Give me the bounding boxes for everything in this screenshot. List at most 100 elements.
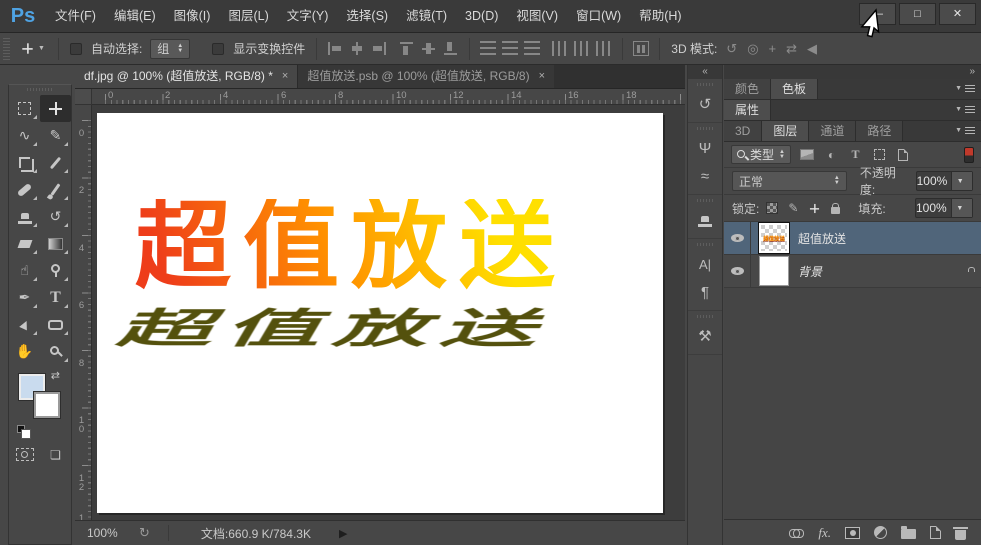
3d-zoom-camera-icon[interactable]: ◀ <box>807 41 817 57</box>
align-right-edges-button[interactable] <box>371 41 387 56</box>
maximize-button[interactable]: □ <box>899 3 936 25</box>
layer-name[interactable]: 背景 <box>798 263 822 280</box>
layer-filter-dropdown[interactable]: 类型 ▲▼ <box>731 145 791 164</box>
show-transform-checkbox[interactable] <box>212 43 224 55</box>
3d-orbit-icon[interactable]: ↺ <box>726 41 737 57</box>
menu-item-help[interactable]: 帮助(H) <box>630 0 690 32</box>
menu-item-layer[interactable]: 图层(L) <box>219 0 277 32</box>
swap-colors-icon[interactable]: ⇄ <box>51 369 60 382</box>
panel-menu-icon[interactable]: ▼ <box>955 127 975 134</box>
add-layer-mask-button[interactable] <box>845 527 860 539</box>
filter-smart-objects-icon[interactable] <box>896 148 911 162</box>
filter-shape-layers-icon[interactable] <box>872 148 887 162</box>
zoom-level-field[interactable]: 100% <box>87 526 131 540</box>
new-group-button[interactable] <box>901 529 916 539</box>
brush-tool[interactable] <box>40 176 71 203</box>
status-sync-icon[interactable]: ↻ <box>139 525 150 541</box>
expand-dock-button[interactable]: » <box>724 65 981 79</box>
visibility-toggle[interactable] <box>724 255 751 287</box>
clone-stamp-tool[interactable] <box>9 203 40 230</box>
tab-swatches[interactable]: 色板 <box>771 79 818 99</box>
visibility-toggle[interactable] <box>724 222 751 254</box>
auto-select-checkbox[interactable] <box>70 43 82 55</box>
layer-style-button[interactable]: fx. <box>818 525 831 541</box>
document-tab-active[interactable]: df.jpg @ 100% (超值放送, RGB/8) * × <box>75 65 297 88</box>
delete-layer-button[interactable] <box>955 530 966 540</box>
auto-select-dropdown[interactable]: 组 ▲▼ <box>150 39 190 59</box>
layer-thumbnail[interactable] <box>759 256 789 286</box>
layer-name[interactable]: 超值放送 <box>798 230 846 247</box>
align-left-edges-button[interactable] <box>327 41 343 56</box>
clone-source-panel-icon[interactable] <box>688 206 722 234</box>
layer-row-background[interactable]: 背景 <box>724 255 981 288</box>
smudge-tool[interactable]: ☝ <box>9 257 40 284</box>
move-tool[interactable] <box>40 95 71 122</box>
collapse-dock-button[interactable]: « <box>688 65 722 79</box>
options-grip[interactable] <box>3 38 10 60</box>
menu-item-type[interactable]: 文字(Y) <box>278 0 338 32</box>
link-layers-button[interactable] <box>789 529 804 537</box>
type-tool[interactable]: T <box>40 284 71 311</box>
menu-item-edit[interactable]: 编辑(E) <box>105 0 165 32</box>
layer-filtering-toggle[interactable] <box>964 147 974 163</box>
history-panel-icon[interactable]: ↺ <box>688 90 722 118</box>
fill-dropdown-icon[interactable]: ▼ <box>951 199 972 217</box>
zoom-tool[interactable] <box>40 338 71 365</box>
brush-presets-panel-icon[interactable]: ≈ <box>688 162 722 190</box>
gradient-tool[interactable] <box>40 230 71 257</box>
distribute-h-centers-button[interactable] <box>574 41 590 56</box>
close-button[interactable]: ✕ <box>939 3 976 25</box>
panel-menu-icon[interactable]: ▼ <box>955 106 975 113</box>
minimize-button[interactable]: — <box>859 3 896 25</box>
tab-layers[interactable]: 图层 <box>762 121 809 141</box>
layer-thumbnail[interactable]: 超值放送 <box>759 223 789 253</box>
eyedropper-tool[interactable] <box>40 149 71 176</box>
dock-grip[interactable] <box>697 127 713 130</box>
quick-selection-tool[interactable]: ✎ <box>40 122 71 149</box>
shape-tool[interactable] <box>40 311 71 338</box>
lasso-tool[interactable]: ∿ <box>9 122 40 149</box>
opacity-field[interactable]: 100% ▼ <box>916 171 973 191</box>
dock-grip[interactable] <box>697 83 713 86</box>
screen-mode-button[interactable]: ❏ <box>40 441 71 468</box>
default-colors-icon[interactable] <box>17 425 25 433</box>
filter-type-layers-icon[interactable]: T <box>848 148 863 162</box>
dock-grip[interactable] <box>697 315 713 318</box>
tab-paths[interactable]: 路径 <box>856 121 903 141</box>
quick-mask-button[interactable] <box>9 441 40 468</box>
background-color-swatch[interactable] <box>34 392 60 418</box>
tool-preset-picker[interactable]: ▼ <box>15 42 51 55</box>
character-panel-icon[interactable]: A| <box>688 250 722 278</box>
distribute-top-button[interactable] <box>480 41 496 56</box>
tab-properties[interactable]: 属性 <box>724 100 771 120</box>
menu-item-3d[interactable]: 3D(D) <box>456 0 507 32</box>
lock-transparent-pixels-icon[interactable] <box>764 202 780 214</box>
history-brush-tool[interactable]: ↺ <box>40 203 71 230</box>
lock-position-icon[interactable] <box>806 202 822 215</box>
new-adjustment-layer-button[interactable] <box>874 526 887 539</box>
eraser-tool[interactable] <box>9 230 40 257</box>
menu-item-view[interactable]: 视图(V) <box>507 0 567 32</box>
tab-3d[interactable]: 3D <box>724 121 762 141</box>
pen-tool[interactable]: ✒ <box>9 284 40 311</box>
distribute-v-centers-button[interactable] <box>502 41 518 56</box>
layer-row-selected[interactable]: 超值放送 超值放送 <box>724 222 981 255</box>
menu-item-image[interactable]: 图像(I) <box>165 0 220 32</box>
lock-all-icon[interactable] <box>827 203 843 214</box>
align-v-centers-button[interactable] <box>421 41 437 56</box>
3d-slide-icon[interactable]: ⇄ <box>786 41 797 57</box>
menu-item-filter[interactable]: 滤镜(T) <box>397 0 456 32</box>
tool-presets-panel-icon[interactable]: ⚒ <box>688 322 722 350</box>
filter-pixel-layers-icon[interactable] <box>800 148 815 162</box>
menu-item-window[interactable]: 窗口(W) <box>567 0 630 32</box>
path-selection-tool[interactable]: ▶ <box>9 311 40 338</box>
dodge-tool[interactable] <box>40 257 71 284</box>
healing-brush-tool[interactable] <box>9 176 40 203</box>
layers-empty-area[interactable] <box>724 288 981 520</box>
distribute-left-button[interactable] <box>552 41 568 56</box>
tab-close-icon[interactable]: × <box>539 65 545 88</box>
canvas[interactable]: 超值放送 超值放送 <box>97 113 663 513</box>
toolbox-grip[interactable] <box>27 88 53 91</box>
panel-menu-icon[interactable]: ▼ <box>955 85 975 92</box>
align-bottom-edges-button[interactable] <box>443 41 459 56</box>
